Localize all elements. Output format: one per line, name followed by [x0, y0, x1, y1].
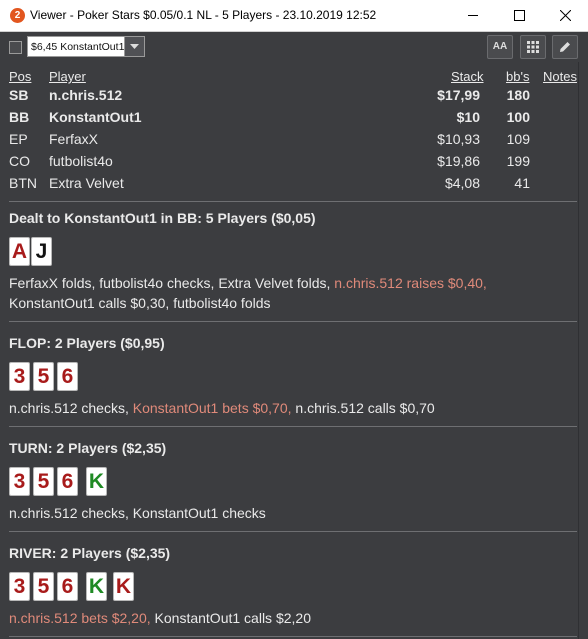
title-bar: 2 Viewer - Poker Stars $0.05/0.1 NL - 5 …	[0, 0, 588, 32]
player-stack: $10,93	[437, 131, 480, 147]
grid-view-button[interactable]	[520, 35, 546, 59]
river-action-line: n.chris.512 bets $2,20, KonstantOut1 cal…	[9, 610, 311, 626]
card: 6	[57, 362, 78, 391]
player-name: futbolist4o	[49, 153, 113, 169]
player-name: KonstantOut1	[49, 109, 142, 125]
section-divider	[9, 201, 577, 202]
action-text: KonstantOut1 calls $0,30, futbolist4o fo…	[9, 295, 271, 311]
col-header-player[interactable]: Player	[49, 69, 86, 84]
player-name: FerfaxX	[49, 131, 99, 147]
action-text: n.chris.512 checks,	[9, 400, 133, 416]
close-icon	[560, 10, 571, 21]
card: 3	[9, 362, 30, 391]
card: K	[113, 572, 134, 601]
edit-pencil-icon	[560, 42, 570, 52]
font-size-icon: AA	[492, 41, 508, 52]
player-row[interactable]: BB KonstantOut1 $10 100	[0, 107, 578, 129]
hand-select-value: $6,45 KonstantOut1	[31, 41, 124, 53]
col-header-pos[interactable]: Pos	[9, 69, 31, 84]
dropdown-toggle[interactable]	[124, 37, 144, 56]
app-icon: 2	[10, 8, 25, 23]
player-stack: $19,86	[437, 153, 480, 169]
player-row[interactable]: EP FerfaxX $10,93 109	[0, 129, 578, 151]
font-size-button[interactable]: AA	[487, 35, 513, 59]
section-divider	[9, 531, 577, 532]
player-row[interactable]: CO futbolist4o $19,86 199	[0, 151, 578, 173]
preflop-header: Dealt to KonstantOut1 in BB: 5 Players (…	[9, 210, 316, 226]
col-header-stack[interactable]: Stack	[451, 69, 484, 84]
card: 6	[57, 467, 78, 496]
hand-select-dropdown[interactable]: $6,45 KonstantOut1	[27, 36, 145, 57]
card: 6	[57, 572, 78, 601]
close-button[interactable]	[542, 0, 588, 31]
col-header-notes[interactable]: Notes	[543, 69, 577, 84]
player-name: n.chris.512	[49, 87, 123, 103]
section-divider	[9, 426, 577, 427]
card: 3	[9, 572, 30, 601]
player-bbs: 180	[506, 87, 530, 103]
action-text-highlight: n.chris.512 raises $0,40,	[334, 275, 487, 291]
player-bbs: 41	[514, 175, 530, 191]
card: K	[86, 467, 107, 496]
card: K	[86, 572, 107, 601]
minimize-icon	[468, 15, 478, 16]
toolbar: $6,45 KonstantOut1 AA	[0, 32, 588, 62]
col-header-bbs[interactable]: bb's	[506, 69, 529, 84]
preflop-action-line: FerfaxX folds, futbolist4o checks, Extra…	[9, 275, 487, 291]
flop-header: FLOP: 2 Players ($0,95)	[9, 335, 165, 351]
river-header: RIVER: 2 Players ($2,35)	[9, 545, 171, 561]
preflop-action-line: KonstantOut1 calls $0,30, futbolist4o fo…	[9, 295, 271, 311]
card: 3	[9, 467, 30, 496]
edit-button[interactable]	[552, 35, 578, 59]
maximize-icon	[514, 10, 525, 21]
player-pos: BB	[9, 109, 30, 125]
hand-history-panel: Pos Player Stack bb's Notes SB n.chris.5…	[0, 62, 578, 639]
player-stack: $17,99	[437, 87, 480, 103]
player-bbs: 199	[506, 153, 530, 169]
card: 5	[33, 572, 54, 601]
player-pos: CO	[9, 153, 30, 169]
select-checkbox[interactable]	[9, 41, 22, 54]
card: 5	[33, 362, 54, 391]
card: J	[31, 237, 52, 266]
grid-icon	[527, 41, 539, 53]
chevron-down-icon	[130, 44, 139, 49]
player-row[interactable]: BTN Extra Velvet $4,08 41	[0, 173, 578, 195]
player-stack: $4,08	[444, 175, 480, 191]
player-pos: EP	[9, 131, 28, 147]
minimize-button[interactable]	[450, 0, 496, 31]
action-text-highlight: KonstantOut1 bets $0,70,	[132, 400, 292, 416]
card: A	[9, 237, 30, 266]
player-pos: SB	[9, 87, 29, 103]
action-text: KonstantOut1 calls $2,20	[150, 610, 311, 626]
section-divider	[9, 636, 577, 637]
turn-header: TURN: 2 Players ($2,35)	[9, 440, 167, 456]
player-name: Extra Velvet	[49, 175, 124, 191]
player-stack: $10	[456, 109, 480, 125]
action-text: FerfaxX folds, futbolist4o checks, Extra…	[9, 275, 335, 291]
section-divider	[9, 321, 577, 322]
player-pos: BTN	[9, 175, 37, 191]
window-title: Viewer - Poker Stars $0.05/0.1 NL - 5 Pl…	[30, 8, 377, 22]
flop-action-line: n.chris.512 checks, KonstantOut1 bets $0…	[9, 400, 435, 416]
card: 5	[33, 467, 54, 496]
player-row[interactable]: SB n.chris.512 $17,99 180	[0, 85, 578, 107]
maximize-button[interactable]	[496, 0, 542, 31]
turn-action-line: n.chris.512 checks, KonstantOut1 checks	[9, 505, 266, 521]
action-text: n.chris.512 calls $0,70	[291, 400, 435, 416]
player-bbs: 100	[506, 109, 530, 125]
player-bbs: 109	[506, 131, 530, 147]
action-text: n.chris.512 checks, KonstantOut1 checks	[9, 505, 266, 521]
vertical-scrollbar[interactable]	[578, 62, 588, 639]
action-text-highlight: n.chris.512 bets $2,20,	[9, 610, 151, 626]
